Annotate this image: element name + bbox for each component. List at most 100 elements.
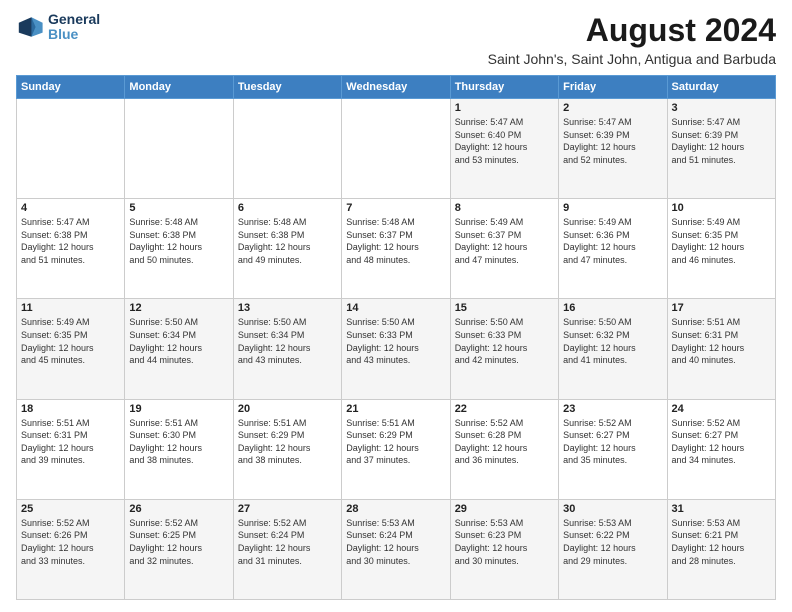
calendar-cell: 5 Sunrise: 5:48 AM Sunset: 6:38 PM Daylig…	[125, 199, 233, 299]
day-number: 22	[455, 403, 554, 415]
main-title: August 2024	[488, 12, 776, 49]
day-info: Sunrise: 5:49 AM Sunset: 6:35 PM Dayligh…	[21, 316, 120, 366]
calendar-week-row: 4 Sunrise: 5:47 AM Sunset: 6:38 PM Daylig…	[17, 199, 776, 299]
weekday-header: Saturday	[667, 76, 775, 99]
day-number: 5	[129, 202, 228, 214]
day-info: Sunrise: 5:50 AM Sunset: 6:33 PM Dayligh…	[455, 316, 554, 366]
calendar-cell: 31 Sunrise: 5:53 AM Sunset: 6:21 PM Dayli…	[667, 499, 775, 599]
weekday-header: Friday	[559, 76, 667, 99]
day-info: Sunrise: 5:52 AM Sunset: 6:25 PM Dayligh…	[129, 517, 228, 567]
calendar-cell: 23Sunrise: 5:52 AM Sunset: 6:27 PM Dayli…	[559, 399, 667, 499]
day-number: 15	[455, 302, 554, 314]
calendar-cell: 18 Sunrise: 5:51 AM Sunset: 6:31 PM Dayli…	[17, 399, 125, 499]
calendar-header-row: SundayMondayTuesdayWednesdayThursdayFrid…	[17, 76, 776, 99]
day-number: 2	[563, 102, 662, 114]
calendar-cell: 19 Sunrise: 5:51 AM Sunset: 6:30 PM Dayli…	[125, 399, 233, 499]
day-info: Sunrise: 5:53 AM Sunset: 6:24 PM Dayligh…	[346, 517, 445, 567]
logo-icon	[16, 13, 44, 41]
calendar-cell: 12Sunrise: 5:50 AM Sunset: 6:34 PM Dayli…	[125, 299, 233, 399]
calendar-cell: 20 Sunrise: 5:51 AM Sunset: 6:29 PM Dayli…	[233, 399, 341, 499]
calendar-cell: 11 Sunrise: 5:49 AM Sunset: 6:35 PM Dayli…	[17, 299, 125, 399]
calendar-week-row: 18 Sunrise: 5:51 AM Sunset: 6:31 PM Dayli…	[17, 399, 776, 499]
logo-line2: Blue	[48, 26, 78, 42]
day-info: Sunrise: 5:48 AM Sunset: 6:38 PM Dayligh…	[129, 216, 228, 266]
day-number: 1	[455, 102, 554, 114]
day-info: Sunrise: 5:48 AM Sunset: 6:38 PM Dayligh…	[238, 216, 337, 266]
day-number: 16	[563, 302, 662, 314]
day-info: Sunrise: 5:53 AM Sunset: 6:22 PM Dayligh…	[563, 517, 662, 567]
day-number: 8	[455, 202, 554, 214]
day-number: 19	[129, 403, 228, 415]
weekday-header: Monday	[125, 76, 233, 99]
day-info: Sunrise: 5:51 AM Sunset: 6:31 PM Dayligh…	[21, 417, 120, 467]
calendar-cell	[233, 99, 341, 199]
day-number: 26	[129, 503, 228, 515]
weekday-header: Sunday	[17, 76, 125, 99]
day-number: 29	[455, 503, 554, 515]
calendar-cell: 21 Sunrise: 5:51 AM Sunset: 6:29 PM Dayli…	[342, 399, 450, 499]
calendar-cell: 9Sunrise: 5:49 AM Sunset: 6:36 PM Daylig…	[559, 199, 667, 299]
day-number: 23	[563, 403, 662, 415]
weekday-header: Wednesday	[342, 76, 450, 99]
calendar-cell: 26 Sunrise: 5:52 AM Sunset: 6:25 PM Dayli…	[125, 499, 233, 599]
day-number: 13	[238, 302, 337, 314]
day-info: Sunrise: 5:50 AM Sunset: 6:33 PM Dayligh…	[346, 316, 445, 366]
calendar-cell: 17 Sunrise: 5:51 AM Sunset: 6:31 PM Dayli…	[667, 299, 775, 399]
calendar-cell: 16 Sunrise: 5:50 AM Sunset: 6:32 PM Dayli…	[559, 299, 667, 399]
day-number: 24	[672, 403, 771, 415]
calendar-cell: 3Sunrise: 5:47 AM Sunset: 6:39 PM Daylig…	[667, 99, 775, 199]
day-number: 20	[238, 403, 337, 415]
calendar-cell: 1Sunrise: 5:47 AM Sunset: 6:40 PM Daylig…	[450, 99, 558, 199]
calendar-cell: 8Sunrise: 5:49 AM Sunset: 6:37 PM Daylig…	[450, 199, 558, 299]
day-info: Sunrise: 5:53 AM Sunset: 6:21 PM Dayligh…	[672, 517, 771, 567]
day-number: 21	[346, 403, 445, 415]
logo-text: General Blue	[48, 12, 100, 43]
day-info: Sunrise: 5:51 AM Sunset: 6:30 PM Dayligh…	[129, 417, 228, 467]
title-block: August 2024 Saint John's, Saint John, An…	[488, 12, 776, 67]
header: General Blue August 2024 Saint John's, S…	[16, 12, 776, 67]
day-info: Sunrise: 5:50 AM Sunset: 6:34 PM Dayligh…	[129, 316, 228, 366]
day-info: Sunrise: 5:51 AM Sunset: 6:29 PM Dayligh…	[238, 417, 337, 467]
day-info: Sunrise: 5:49 AM Sunset: 6:36 PM Dayligh…	[563, 216, 662, 266]
day-number: 31	[672, 503, 771, 515]
day-number: 27	[238, 503, 337, 515]
day-number: 10	[672, 202, 771, 214]
day-info: Sunrise: 5:52 AM Sunset: 6:27 PM Dayligh…	[672, 417, 771, 467]
calendar-cell: 4 Sunrise: 5:47 AM Sunset: 6:38 PM Daylig…	[17, 199, 125, 299]
day-number: 14	[346, 302, 445, 314]
calendar-cell	[125, 99, 233, 199]
day-info: Sunrise: 5:50 AM Sunset: 6:32 PM Dayligh…	[563, 316, 662, 366]
calendar-cell: 30 Sunrise: 5:53 AM Sunset: 6:22 PM Dayli…	[559, 499, 667, 599]
day-info: Sunrise: 5:51 AM Sunset: 6:29 PM Dayligh…	[346, 417, 445, 467]
subtitle: Saint John's, Saint John, Antigua and Ba…	[488, 51, 776, 67]
logo-line1: General	[48, 12, 100, 27]
calendar-cell: 29Sunrise: 5:53 AM Sunset: 6:23 PM Dayli…	[450, 499, 558, 599]
day-number: 28	[346, 503, 445, 515]
calendar-cell: 14 Sunrise: 5:50 AM Sunset: 6:33 PM Dayli…	[342, 299, 450, 399]
day-number: 30	[563, 503, 662, 515]
calendar-cell: 13 Sunrise: 5:50 AM Sunset: 6:34 PM Dayli…	[233, 299, 341, 399]
day-number: 6	[238, 202, 337, 214]
calendar-cell: 2Sunrise: 5:47 AM Sunset: 6:39 PM Daylig…	[559, 99, 667, 199]
day-number: 11	[21, 302, 120, 314]
calendar-cell: 6 Sunrise: 5:48 AM Sunset: 6:38 PM Daylig…	[233, 199, 341, 299]
day-number: 18	[21, 403, 120, 415]
day-number: 4	[21, 202, 120, 214]
day-info: Sunrise: 5:51 AM Sunset: 6:31 PM Dayligh…	[672, 316, 771, 366]
calendar-cell: 15 Sunrise: 5:50 AM Sunset: 6:33 PM Dayli…	[450, 299, 558, 399]
calendar-cell: 28 Sunrise: 5:53 AM Sunset: 6:24 PM Dayli…	[342, 499, 450, 599]
logo: General Blue	[16, 12, 100, 43]
day-info: Sunrise: 5:49 AM Sunset: 6:35 PM Dayligh…	[672, 216, 771, 266]
day-info: Sunrise: 5:52 AM Sunset: 6:28 PM Dayligh…	[455, 417, 554, 467]
calendar-cell	[17, 99, 125, 199]
day-info: Sunrise: 5:47 AM Sunset: 6:38 PM Dayligh…	[21, 216, 120, 266]
weekday-header: Tuesday	[233, 76, 341, 99]
day-info: Sunrise: 5:48 AM Sunset: 6:37 PM Dayligh…	[346, 216, 445, 266]
calendar-cell: 24 Sunrise: 5:52 AM Sunset: 6:27 PM Dayli…	[667, 399, 775, 499]
day-info: Sunrise: 5:50 AM Sunset: 6:34 PM Dayligh…	[238, 316, 337, 366]
page: General Blue August 2024 Saint John's, S…	[0, 0, 792, 612]
day-info: Sunrise: 5:52 AM Sunset: 6:26 PM Dayligh…	[21, 517, 120, 567]
day-number: 3	[672, 102, 771, 114]
day-number: 17	[672, 302, 771, 314]
day-number: 25	[21, 503, 120, 515]
